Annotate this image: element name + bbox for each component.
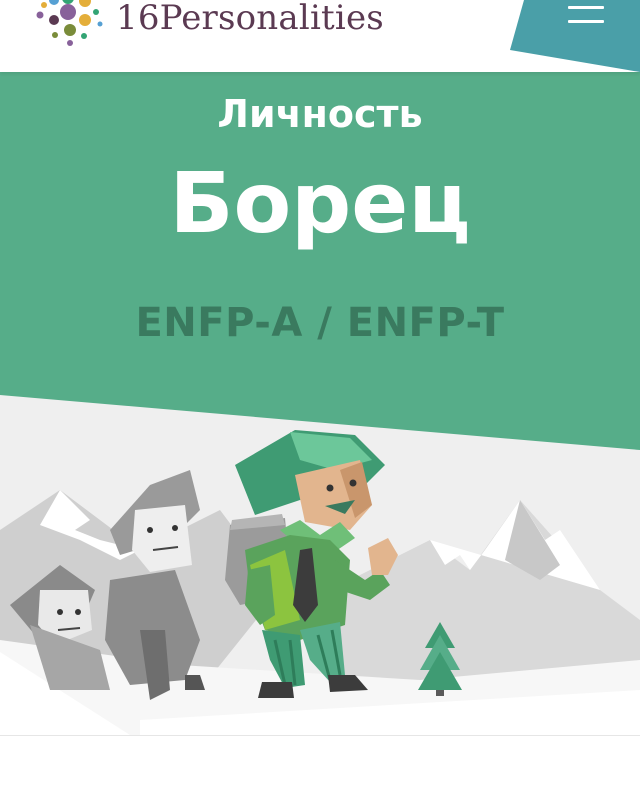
logo-wordmark: 16Personalities	[116, 0, 384, 38]
personality-type-code: ENFP-A / ENFP-T	[135, 300, 505, 346]
hero-illustration	[0, 395, 640, 735]
personality-title: Борец	[169, 154, 471, 252]
section-divider	[0, 735, 640, 736]
logo-dots-icon	[36, 0, 103, 46]
site-header: 16Personalities	[0, 0, 640, 72]
hamburger-menu-button[interactable]	[566, 0, 606, 30]
personality-kicker: Личность	[217, 92, 423, 136]
site-logo[interactable]: 16Personalities	[30, 0, 384, 48]
hamburger-icon	[568, 6, 604, 9]
